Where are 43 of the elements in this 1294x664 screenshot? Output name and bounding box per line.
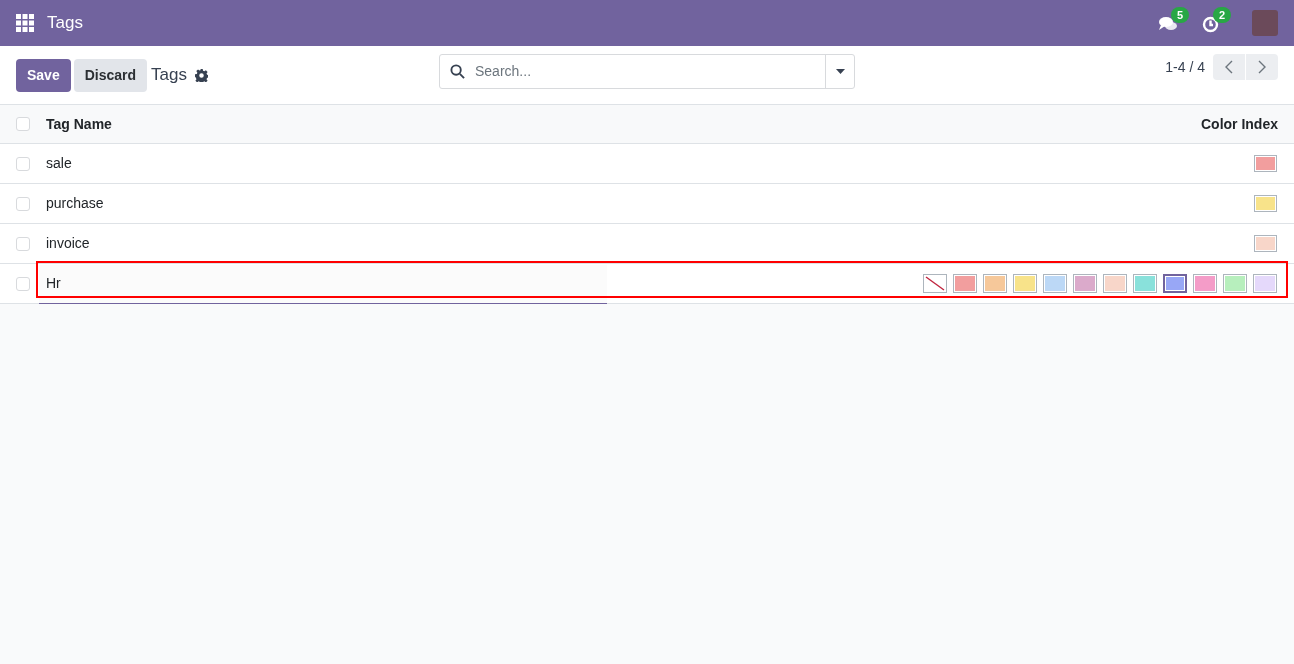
color-swatch[interactable] [983, 274, 1007, 293]
color-swatch[interactable] [1223, 274, 1247, 293]
row-checkbox[interactable] [16, 196, 30, 211]
color-swatch[interactable] [1133, 274, 1157, 293]
table-cell-text: purchase [46, 194, 104, 213]
column-header[interactable]: Color Index [1201, 113, 1278, 135]
save-button[interactable]: Save [16, 58, 71, 92]
color-swatch[interactable] [1073, 274, 1097, 293]
select-all-checkbox[interactable] [16, 117, 30, 131]
discard-button[interactable]: Discard [73, 58, 148, 92]
tag-name-input[interactable]: Hr [39, 264, 607, 304]
breadcrumb-title: Tags [151, 64, 187, 87]
color-swatch[interactable] [1103, 274, 1127, 293]
previous-page-button[interactable] [1213, 54, 1245, 80]
search-bar[interactable]: Search... [439, 54, 855, 89]
clock-icon [1202, 16, 1219, 33]
table-cell-text: invoice [46, 234, 90, 253]
color-swatch[interactable] [1253, 274, 1277, 293]
color-swatch[interactable] [1043, 274, 1067, 293]
search-icon [450, 64, 465, 79]
column-header[interactable]: Tag Name [46, 113, 112, 135]
caret-icon[interactable] [835, 69, 845, 74]
next-page-button[interactable] [1246, 54, 1278, 80]
user-avatar[interactable] [1252, 10, 1278, 36]
table-cell-text: sale [46, 154, 72, 173]
no-color-swatch[interactable] [923, 274, 947, 293]
color-swatch[interactable] [953, 274, 977, 293]
color-swatch[interactable] [1163, 274, 1187, 293]
app-title: Tags [47, 12, 83, 35]
chat-bubbles-icon [1158, 16, 1178, 32]
color-swatch[interactable] [1013, 274, 1037, 293]
chevron-right-icon [1258, 60, 1266, 74]
row-checkbox[interactable] [16, 276, 30, 291]
activities-count-badge: 2 [1213, 7, 1232, 23]
chevron-left-icon [1225, 60, 1233, 74]
pager-value[interactable]: 1-4 / 4 [1165, 56, 1205, 78]
color-swatch[interactable] [1193, 274, 1217, 293]
search-field[interactable]: Search... [475, 61, 825, 82]
row-checkbox[interactable] [16, 236, 30, 251]
gear-icon[interactable] [195, 68, 208, 82]
row-checkbox[interactable] [16, 156, 30, 171]
messages-count-badge: 5 [1171, 7, 1190, 23]
apps-menu-icon[interactable] [16, 14, 34, 32]
